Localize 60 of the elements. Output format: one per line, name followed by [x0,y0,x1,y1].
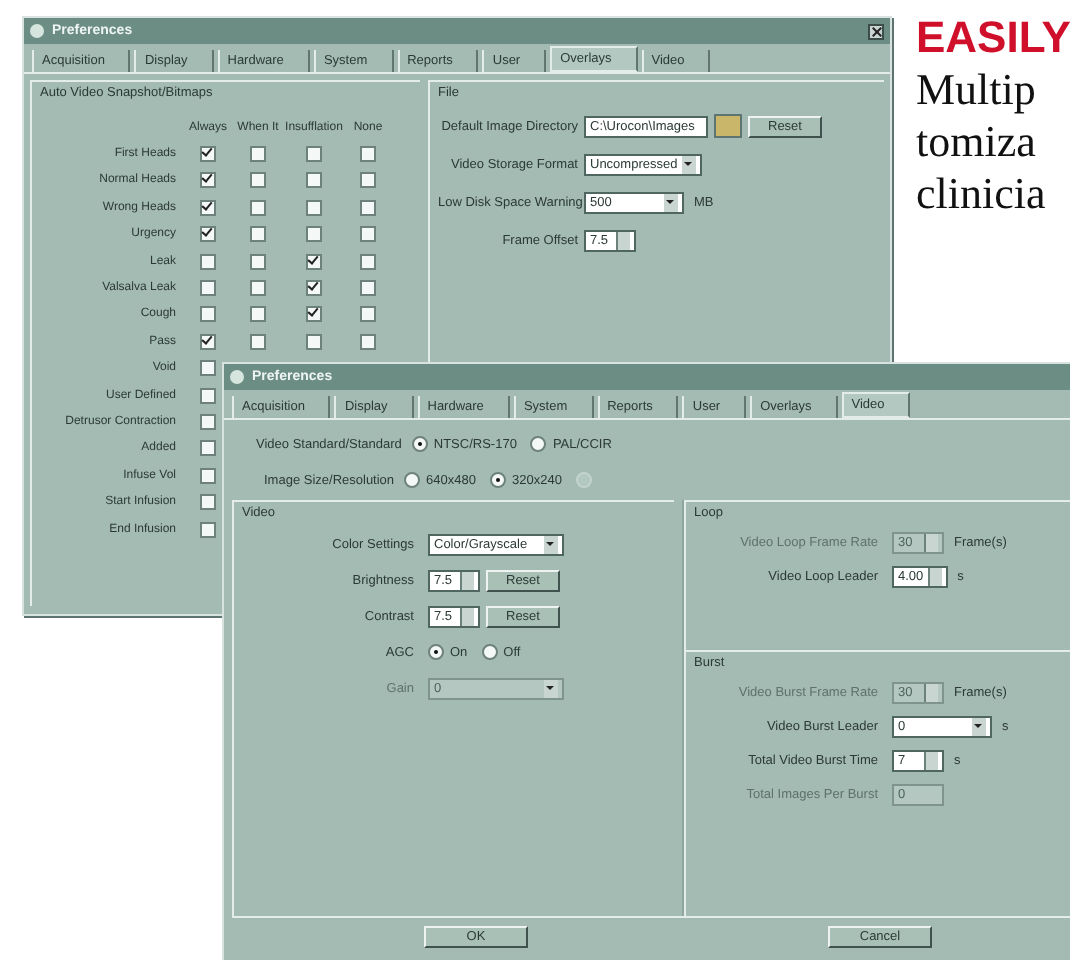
checkbox[interactable] [250,333,266,350]
checkbox[interactable] [306,280,322,297]
checkbox[interactable] [360,280,376,297]
radio-button[interactable] [404,472,421,488]
checkbox[interactable] [250,253,266,270]
radio-button[interactable] [490,472,506,488]
radio-button[interactable] [428,644,444,660]
checkbox[interactable] [360,172,376,189]
body-text: clinicia [916,168,1048,220]
spinner-icon [924,683,938,701]
radio-button[interactable] [411,436,428,452]
app-icon [30,24,44,38]
spinner-icon [616,231,630,249]
checkbox[interactable] [360,306,376,323]
checkbox[interactable] [250,226,266,243]
checkbox[interactable] [200,387,216,404]
checkbox[interactable] [360,146,376,163]
checkbox[interactable] [306,306,322,323]
checkbox[interactable] [200,333,216,350]
checkbox[interactable] [360,333,376,350]
close-icon[interactable] [868,23,884,39]
checkbox[interactable] [200,280,216,297]
checkbox[interactable] [360,253,376,270]
radio-button[interactable] [481,644,498,660]
radio-button[interactable] [530,436,547,452]
checkbox[interactable] [306,333,322,350]
checkbox[interactable] [200,306,216,323]
checkbox[interactable] [200,440,216,457]
checkbox[interactable] [200,253,216,270]
checkbox[interactable] [306,253,322,270]
checkbox[interactable] [250,199,266,216]
checkbox[interactable] [360,226,376,243]
checkbox[interactable] [200,521,216,538]
checkbox[interactable] [200,360,216,377]
checkbox[interactable] [360,199,376,216]
checkbox[interactable] [250,146,266,163]
checkbox[interactable] [200,172,216,189]
heading: EASILY [916,12,1070,64]
checkbox[interactable] [306,146,322,163]
checkbox[interactable] [200,226,216,243]
checkbox[interactable] [250,306,266,323]
caret-icon [664,193,678,211]
checkbox[interactable] [306,172,322,189]
caret-icon [544,535,558,553]
checkbox[interactable] [306,199,322,216]
checkbox[interactable] [306,226,322,243]
checkbox[interactable] [200,146,216,163]
caret-icon [544,679,558,697]
checkbox[interactable] [200,413,216,430]
caret-icon [972,717,986,735]
body-text: Multip [916,64,1038,116]
caret-icon [681,155,696,173]
checkbox[interactable] [250,172,266,189]
checkbox[interactable] [250,280,266,297]
checkbox[interactable] [200,494,216,511]
app-icon [230,370,244,384]
spinner-icon [924,751,938,769]
checkbox[interactable] [200,199,216,216]
body-text: tomiza [916,116,1038,168]
checkbox[interactable] [200,467,216,484]
